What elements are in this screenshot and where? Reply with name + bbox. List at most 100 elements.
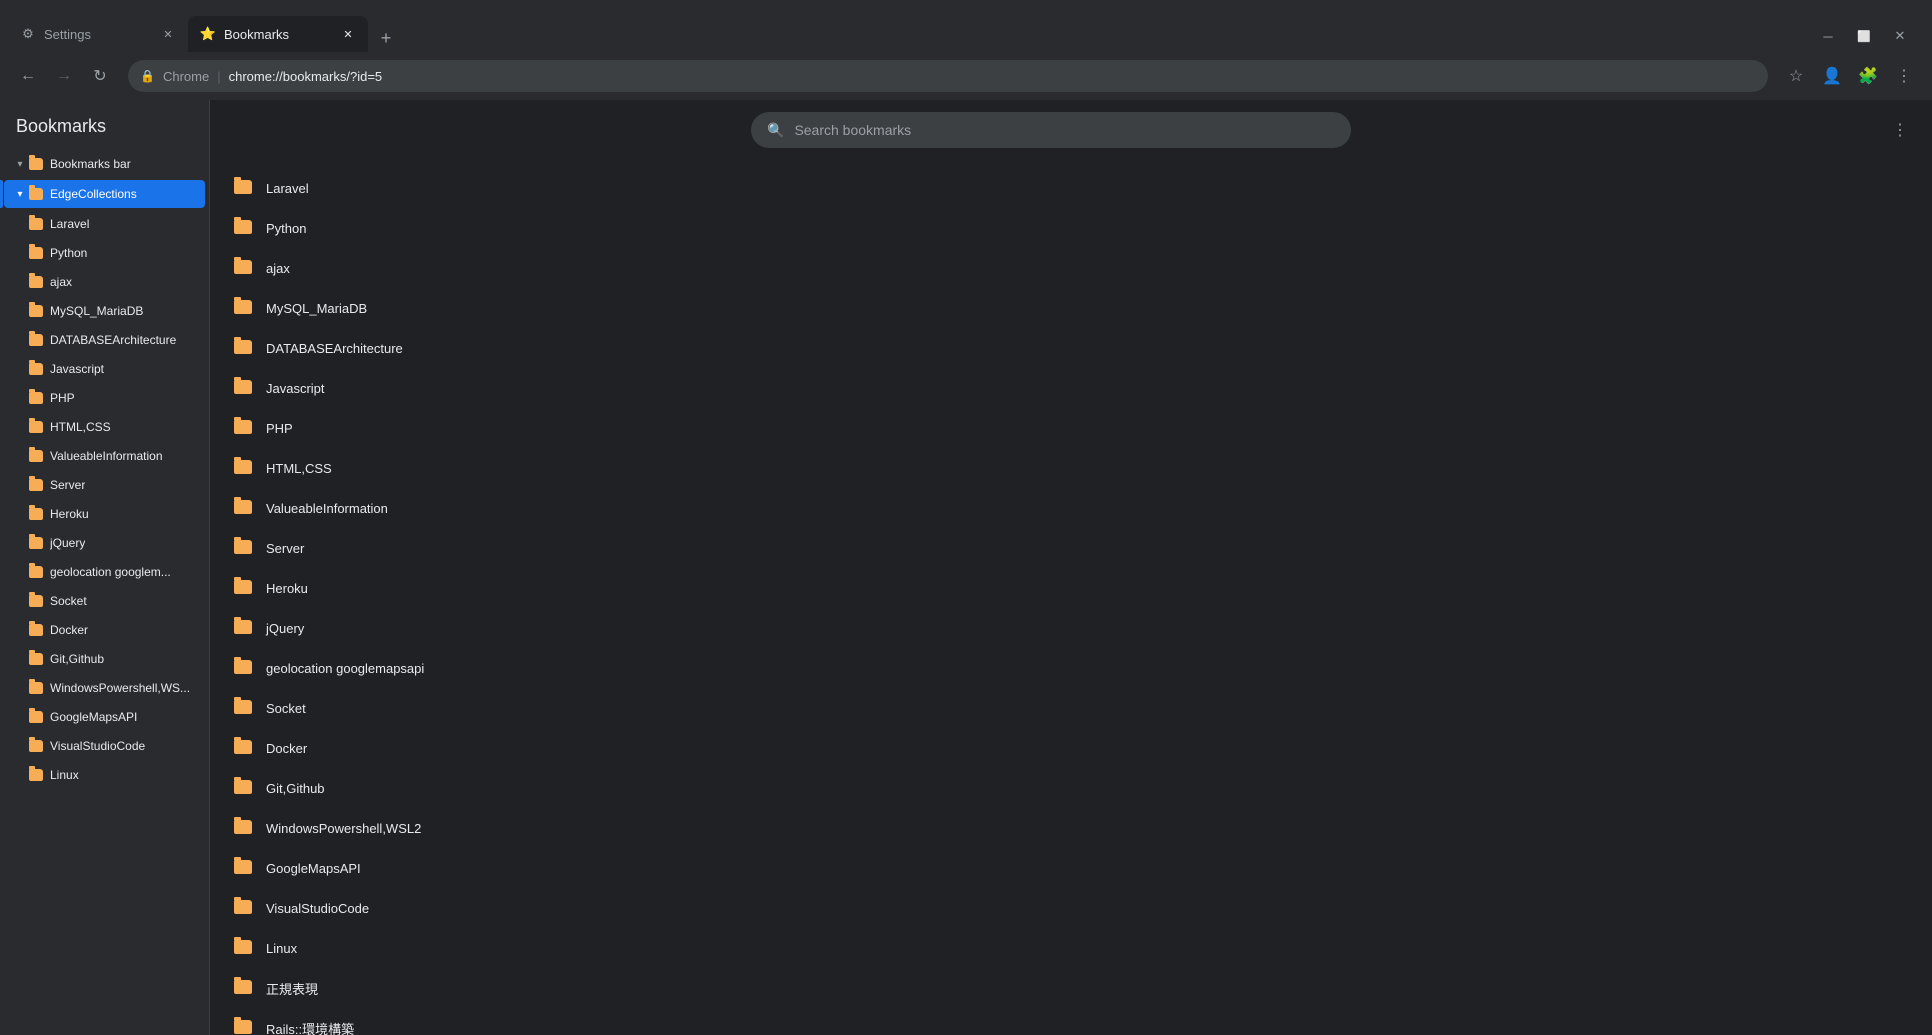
chevron-down-icon: ▾ <box>12 186 28 202</box>
bookmark-item-valuable-info[interactable]: ValueableInformation ⋮ <box>210 488 1932 528</box>
profile-button[interactable]: 👤 <box>1816 60 1848 92</box>
sidebar-item-jquery[interactable]: jQuery <box>4 529 205 557</box>
sidebar-item-vscode[interactable]: VisualStudioCode <box>4 732 205 760</box>
sidebar-label-jquery: jQuery <box>50 536 85 550</box>
sidebar-item-valuable-info[interactable]: ValueableInformation <box>4 442 205 470</box>
bookmark-item-docker[interactable]: Docker ⋮ <box>210 728 1932 768</box>
bookmark-star-button[interactable]: ☆ <box>1780 60 1812 92</box>
more-vert-icon: ⋮ <box>1886 738 1902 758</box>
folder-icon <box>234 460 252 476</box>
folder-icon <box>28 361 44 377</box>
sidebar-item-docker[interactable]: Docker <box>4 616 205 644</box>
more-vert-icon: ⋮ <box>1886 458 1902 478</box>
folder-icon <box>28 767 44 783</box>
sidebar-item-linux[interactable]: Linux <box>4 761 205 789</box>
more-vert-icon: ⋮ <box>1896 66 1912 86</box>
sidebar-item-php[interactable]: PHP <box>4 384 205 412</box>
sidebar-item-database-arch[interactable]: DATABASEArchitecture <box>4 326 205 354</box>
back-button[interactable]: ← <box>12 60 44 92</box>
folder-icon <box>28 622 44 638</box>
bookmark-item-mysql[interactable]: MySQL_MariaDB ⋮ <box>210 288 1932 328</box>
folder-icon <box>28 245 44 261</box>
bookmark-item-vscode[interactable]: VisualStudioCode ⋮ <box>210 888 1932 928</box>
bookmark-item-database-arch[interactable]: DATABASEArchitecture ⋮ <box>210 328 1932 368</box>
back-icon: ← <box>20 67 36 85</box>
bookmark-item-laravel[interactable]: Laravel ⋮ <box>210 168 1932 208</box>
sidebar-item-mysql[interactable]: MySQL_MariaDB <box>4 297 205 325</box>
more-vert-icon: ⋮ <box>1886 658 1902 678</box>
bookmark-item-html-css[interactable]: HTML,CSS ⋮ <box>210 448 1932 488</box>
puzzle-icon: 🧩 <box>1858 66 1878 86</box>
sidebar-label-google-maps: GoogleMapsAPI <box>50 710 137 724</box>
bookmark-item-windows-ps[interactable]: WindowsPowershell,WSL2 ⋮ <box>210 808 1932 848</box>
folder-icon <box>28 506 44 522</box>
bookmark-item-server[interactable]: Server ⋮ <box>210 528 1932 568</box>
bookmark-item-socket[interactable]: Socket ⋮ <box>210 688 1932 728</box>
sidebar-item-heroku[interactable]: Heroku <box>4 500 205 528</box>
bookmark-item-ajax[interactable]: ajax ⋮ <box>210 248 1932 288</box>
folder-icon <box>234 340 252 356</box>
folder-icon <box>28 303 44 319</box>
lock-icon: 🔒 <box>140 69 155 83</box>
sidebar-item-ajax[interactable]: ajax <box>4 268 205 296</box>
more-vert-icon: ⋮ <box>1886 778 1902 798</box>
maximize-button[interactable]: ⬜ <box>1848 20 1880 52</box>
bookmark-item-jquery[interactable]: jQuery ⋮ <box>210 608 1932 648</box>
bookmarks-tab-close[interactable]: ✕ <box>340 26 356 42</box>
sidebar-item-edge-collections[interactable]: ▾ EdgeCollections <box>4 180 205 208</box>
bookmark-item-python[interactable]: Python ⋮ <box>210 208 1932 248</box>
sidebar-label-vscode: VisualStudioCode <box>50 739 145 753</box>
sidebar-item-laravel[interactable]: Laravel <box>4 210 205 238</box>
more-menu-button[interactable]: ⋮ <box>1888 60 1920 92</box>
sidebar-item-git-github[interactable]: Git,Github <box>4 645 205 673</box>
folder-icon <box>28 535 44 551</box>
bookmark-item-regex[interactable]: 正規表現 ⋮ <box>210 968 1932 1008</box>
sidebar-item-windows-ps[interactable]: WindowsPowershell,WS... <box>4 674 205 702</box>
reload-icon: ↻ <box>93 66 106 86</box>
close-window-button[interactable]: ✕ <box>1884 20 1916 52</box>
sidebar-label-mysql: MySQL_MariaDB <box>50 304 143 318</box>
bookmark-item-rails[interactable]: Rails::環境構築 ⋮ <box>210 1008 1932 1035</box>
tab-settings[interactable]: ⚙ Settings ✕ <box>8 16 188 52</box>
bookmark-label-regex: 正規表現 <box>266 979 1880 998</box>
bookmarks-more-button[interactable]: ⋮ <box>1884 114 1916 146</box>
extensions-button[interactable]: 🧩 <box>1852 60 1884 92</box>
bookmark-item-php[interactable]: PHP ⋮ <box>210 408 1932 448</box>
sidebar-item-javascript[interactable]: Javascript <box>4 355 205 383</box>
bookmark-item-git-github[interactable]: Git,Github ⋮ <box>210 768 1932 808</box>
chrome-label: Chrome <box>163 69 209 84</box>
more-vert-icon: ⋮ <box>1886 938 1902 958</box>
settings-tab-close[interactable]: ✕ <box>160 26 176 42</box>
sidebar-item-geolocation[interactable]: geolocation googlem... <box>4 558 205 586</box>
bookmark-item-google-maps[interactable]: GoogleMapsAPI ⋮ <box>210 848 1932 888</box>
more-vert-icon: ⋮ <box>1886 378 1902 398</box>
more-vert-icon: ⋮ <box>1886 578 1902 598</box>
sidebar-item-python[interactable]: Python <box>4 239 205 267</box>
address-bar[interactable]: 🔒 Chrome | chrome://bookmarks/?id=5 <box>128 60 1768 92</box>
bookmark-item-javascript[interactable]: Javascript ⋮ <box>210 368 1932 408</box>
bookmark-item-geolocation[interactable]: geolocation googlemapsapi ⋮ <box>210 648 1932 688</box>
reload-button[interactable]: ↻ <box>84 60 116 92</box>
new-tab-button[interactable]: + <box>372 24 400 52</box>
folder-icon <box>28 216 44 232</box>
folder-icon <box>234 780 252 796</box>
sidebar-label-edge-collections: EdgeCollections <box>50 187 137 201</box>
sidebar-item-bookmarks-bar[interactable]: ▾ Bookmarks bar <box>4 150 205 178</box>
settings-tab-label: Settings <box>44 27 154 42</box>
folder-icon <box>234 980 252 996</box>
forward-icon: → <box>56 67 72 85</box>
search-placeholder: Search bookmarks <box>794 122 911 138</box>
search-box[interactable]: 🔍 Search bookmarks <box>751 112 1351 148</box>
minimize-button[interactable]: ─ <box>1812 20 1844 52</box>
bookmark-item-linux[interactable]: Linux ⋮ <box>210 928 1932 968</box>
folder-icon <box>234 260 252 276</box>
more-vert-icon: ⋮ <box>1886 1018 1902 1035</box>
sidebar-item-html-css[interactable]: HTML,CSS <box>4 413 205 441</box>
sidebar-item-socket[interactable]: Socket <box>4 587 205 615</box>
tab-bookmarks[interactable]: ⭐ Bookmarks ✕ <box>188 16 368 52</box>
sidebar-item-google-maps[interactable]: GoogleMapsAPI <box>4 703 205 731</box>
more-vert-icon: ⋮ <box>1886 178 1902 198</box>
bookmark-item-heroku[interactable]: Heroku ⋮ <box>210 568 1932 608</box>
sidebar-item-server[interactable]: Server <box>4 471 205 499</box>
forward-button[interactable]: → <box>48 60 80 92</box>
